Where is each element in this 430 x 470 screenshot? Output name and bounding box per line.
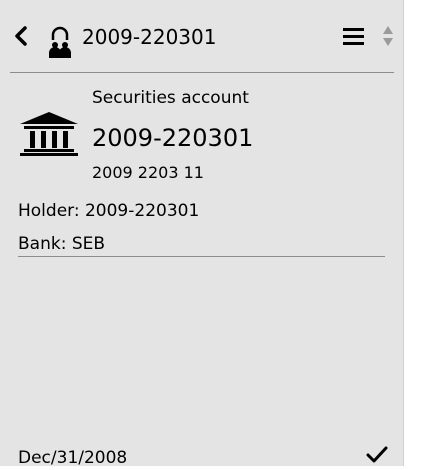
header-bar: 2009-220301 [0,0,404,72]
lock-people-icon [44,26,76,58]
chevron-left-icon [15,26,27,46]
account-type: Securities account [92,88,249,108]
bank-building-icon [18,110,80,156]
page-title: 2009-220301 [82,25,217,49]
account-name: 2009-220301 [92,124,254,152]
account-detail-panel: 2009-220301 Securities account 2009-2203… [0,0,404,468]
balance-date: Dec/31/2008 [18,448,128,468]
checkmark-icon [366,446,388,464]
header-divider [10,72,394,73]
sort-button[interactable] [382,25,394,47]
sort-arrows-icon [383,26,393,46]
account-number: 2009 2203 11 [92,163,204,182]
menu-button[interactable] [342,26,366,46]
account-bank: Bank: SEB [18,234,106,254]
account-holder: Holder: 2009-220301 [18,201,200,221]
bank-divider [18,256,385,257]
back-button[interactable] [12,24,32,48]
hamburger-menu-icon [343,28,364,45]
